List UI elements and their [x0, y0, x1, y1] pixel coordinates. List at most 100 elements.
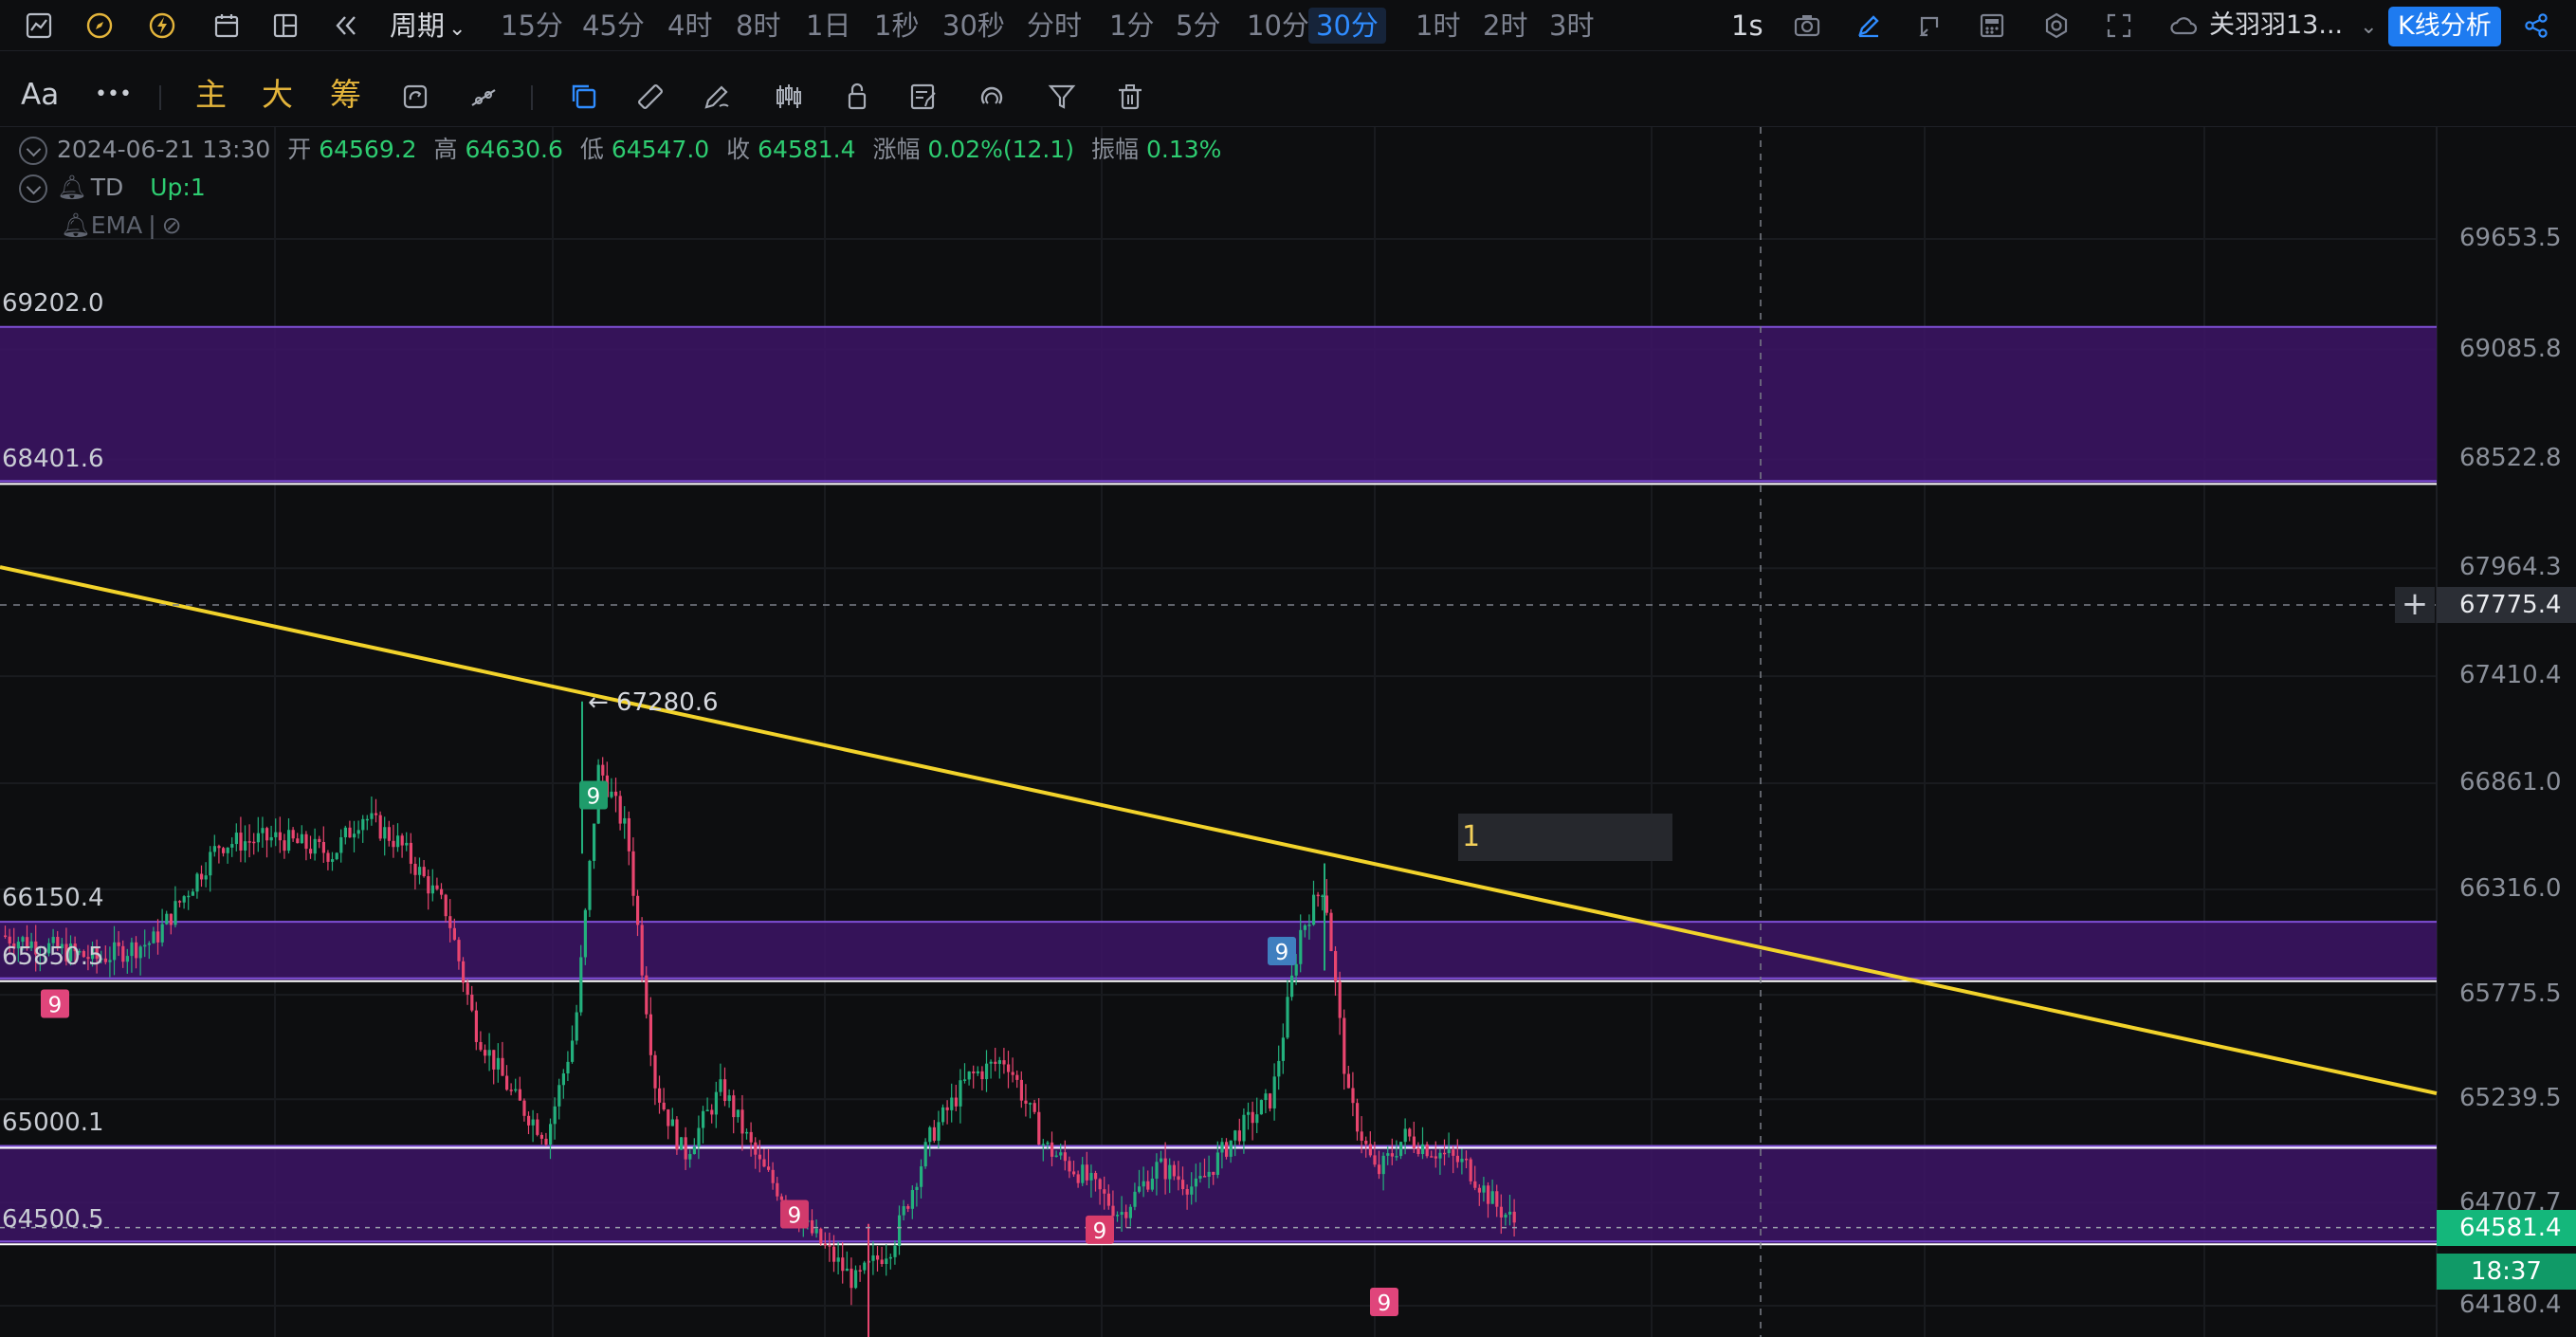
candle-body: [662, 1102, 666, 1110]
candlestick-plot[interactable]: 999999← 67280.664000.8 →: [0, 127, 2576, 1337]
note-icon[interactable]: [904, 78, 942, 116]
trendline: [0, 565, 2438, 1095]
candle-body: [1111, 1205, 1115, 1217]
price-chart[interactable]: 999999← 67280.664000.8 → 2024-06-21 13:3…: [0, 127, 2576, 1337]
kline-analysis-button[interactable]: K线分析: [2388, 7, 2501, 46]
period-label: 周期: [390, 9, 446, 42]
bell-icon[interactable]: 🔔︎: [57, 174, 87, 201]
candle-body: [1120, 1212, 1124, 1216]
candle-body: [1473, 1181, 1477, 1188]
period-tab[interactable]: 30秒: [942, 8, 1005, 44]
candle-body: [418, 867, 422, 875]
candle-body: [536, 1119, 539, 1135]
candle-body: [571, 1040, 575, 1062]
copy-icon[interactable]: [565, 78, 603, 116]
candle-body: [265, 828, 269, 841]
period-tab[interactable]: 分时: [1027, 8, 1082, 44]
candle-body: [1233, 1130, 1237, 1141]
candle-body: [103, 958, 107, 962]
candle-body: [618, 796, 622, 824]
zone-bottom-label: 68401.6: [2, 445, 104, 474]
candle-body: [566, 1061, 570, 1074]
period-tab[interactable]: 3时: [1549, 8, 1594, 44]
bell-icon[interactable]: 🔔︎: [61, 211, 91, 239]
price-axis-label: 68522.8: [2459, 444, 2562, 473]
candle-body: [1041, 1144, 1045, 1145]
cloud-icon[interactable]: [2165, 8, 2201, 44]
period-tab[interactable]: 1秒: [874, 8, 919, 44]
layout-icon[interactable]: [267, 8, 303, 44]
candle-body: [1146, 1181, 1150, 1190]
candle-body: [1063, 1152, 1067, 1162]
period-menu[interactable]: 周期 ⌄: [390, 8, 466, 44]
period-tab[interactable]: 4时: [667, 8, 712, 44]
main-indicator-button[interactable]: 主: [195, 70, 227, 119]
fullscreen-icon[interactable]: [2101, 8, 2137, 44]
lightning-icon[interactable]: [144, 8, 180, 44]
period-tab[interactable]: 30分: [1308, 8, 1386, 44]
candle-body: [296, 838, 300, 844]
trash-icon[interactable]: [1111, 78, 1149, 116]
candle-body: [108, 960, 112, 962]
period-tab[interactable]: 45分: [582, 8, 645, 44]
font-button[interactable]: Aa: [21, 70, 59, 119]
candle-body: [989, 1061, 993, 1064]
ruler-icon[interactable]: [631, 78, 669, 116]
period-tab[interactable]: 15分: [501, 8, 563, 44]
candle-body: [252, 841, 256, 844]
collapse-icon[interactable]: [19, 137, 47, 165]
interval-selector[interactable]: 1s: [1731, 8, 1763, 44]
candle-body: [762, 1159, 766, 1167]
td-value: Up:1: [150, 174, 206, 201]
candle-body: [1212, 1171, 1215, 1175]
settings-icon[interactable]: [2038, 8, 2074, 44]
pencil-icon[interactable]: [1851, 8, 1887, 44]
big-order-button[interactable]: 大: [262, 70, 293, 119]
chart-icon[interactable]: [21, 8, 57, 44]
compass-icon[interactable]: [82, 8, 118, 44]
share-icon[interactable]: [2518, 8, 2554, 44]
candle-body: [553, 1106, 557, 1125]
candle-body: [212, 846, 216, 852]
candle-body: [779, 1196, 783, 1200]
magnet-icon[interactable]: [973, 78, 1011, 116]
period-tab[interactable]: 2时: [1483, 8, 1527, 44]
camera-icon[interactable]: [1789, 8, 1825, 44]
more-button[interactable]: •••: [95, 70, 132, 119]
chevron-down-icon: ⌄: [448, 17, 466, 41]
candle-body: [4, 935, 8, 938]
period-tab[interactable]: 8时: [736, 8, 780, 44]
candle-body: [1487, 1185, 1490, 1204]
candle-body: [745, 1131, 749, 1134]
period-tab[interactable]: 10分: [1247, 8, 1309, 44]
eye-off-icon[interactable]: ⊘: [162, 211, 182, 239]
candles-icon[interactable]: [770, 78, 808, 116]
trend-tool-icon[interactable]: [465, 78, 502, 116]
lock-icon[interactable]: [838, 78, 876, 116]
refresh-icon[interactable]: [396, 78, 434, 116]
candle-body: [335, 852, 338, 860]
filter-icon[interactable]: [1043, 78, 1081, 116]
period-tab[interactable]: 1分: [1109, 8, 1154, 44]
candle-body: [269, 836, 273, 841]
crosshair-plus-button[interactable]: +: [2395, 587, 2435, 624]
top-toolbar: 周期 ⌄ 15分 45分 4时 8时 1日 1秒 30秒 分时 1分 5分 10分 30分 1时 2时 3时 …: [0, 0, 2576, 51]
legend-date: 2024-06-21 13:30: [57, 136, 271, 163]
calendar-icon[interactable]: [209, 8, 245, 44]
account-menu[interactable]: 关羽羽13... ⌄: [2209, 8, 2378, 44]
brush-icon[interactable]: [698, 78, 736, 116]
candle-body: [579, 957, 583, 1013]
period-tab[interactable]: 1时: [1416, 8, 1460, 44]
chips-button[interactable]: 筹: [330, 70, 361, 119]
period-tab[interactable]: 5分: [1176, 8, 1220, 44]
candle-body: [692, 1146, 696, 1155]
candle-body: [1512, 1211, 1516, 1223]
rewind-icon[interactable]: [328, 8, 364, 44]
candle-body: [156, 931, 160, 943]
candle-body: [561, 1073, 565, 1086]
replay-icon[interactable]: [1911, 8, 1947, 44]
calculator-icon[interactable]: [1974, 8, 2010, 44]
collapse-icon[interactable]: [19, 174, 47, 203]
period-tab[interactable]: 1日: [806, 8, 850, 44]
candle-body: [375, 813, 378, 815]
